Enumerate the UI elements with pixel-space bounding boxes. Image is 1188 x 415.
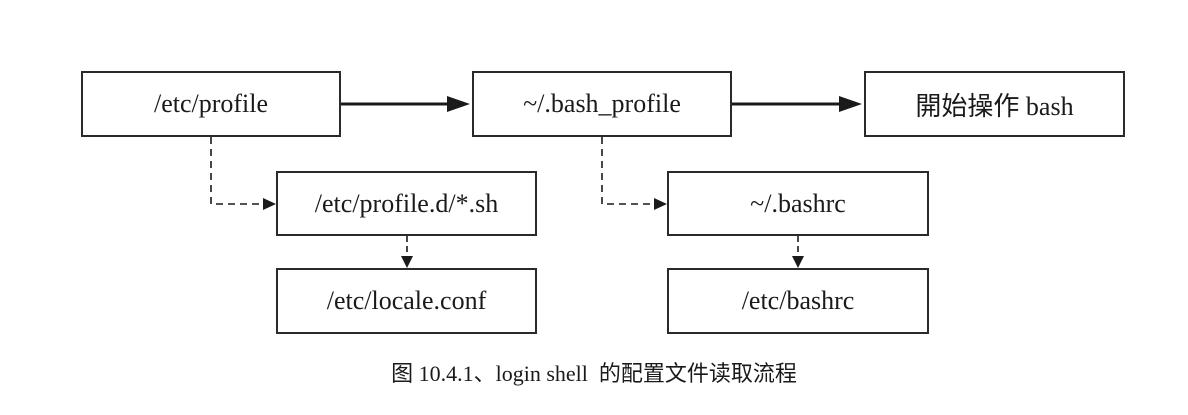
- node-locale-conf-label: /etc/locale.conf: [326, 286, 487, 315]
- node-etc-bashrc-label: /etc/bashrc: [741, 286, 855, 315]
- node-locale-conf: /etc/locale.conf: [276, 268, 537, 334]
- node-start-bash: 開始操作 bash: [864, 71, 1125, 137]
- edge-bashrc-to-etc-bashrc: [792, 236, 804, 268]
- edge-profile-d-to-locale: [401, 236, 413, 268]
- node-bash-profile-label: ~/.bash_profile: [523, 89, 681, 118]
- node-profile-d-label: /etc/profile.d/*.sh: [314, 188, 499, 218]
- node-etc-bashrc: /etc/bashrc: [667, 268, 929, 334]
- node-bashrc: ~/.bashrc: [667, 171, 929, 236]
- node-profile-d: /etc/profile.d/*.sh: [276, 171, 537, 236]
- edge-profile-to-profile-d: [210, 137, 276, 210]
- connector-layer: [210, 96, 862, 268]
- figure-caption-text: 图 10.4.1、login shell 的配置文件读取流程: [391, 361, 797, 386]
- node-etc-profile: /etc/profile: [81, 71, 341, 137]
- node-etc-profile-label: /etc/profile: [153, 89, 269, 118]
- login-shell-flow-diagram: /etc/profile ~/.bash_profile 開始操作 bash /…: [0, 0, 1188, 415]
- node-start-bash-label: 開始操作 bash: [915, 91, 1074, 121]
- edge-bash-profile-to-start-bash: [732, 96, 862, 112]
- node-bashrc-label: ~/.bashrc: [750, 188, 846, 218]
- edge-bash-profile-to-bashrc: [601, 137, 667, 210]
- node-bash-profile: ~/.bash_profile: [472, 71, 732, 137]
- figure-caption: 图 10.4.1、login shell 的配置文件读取流程: [0, 356, 1188, 388]
- edge-profile-to-bash-profile: [341, 96, 470, 112]
